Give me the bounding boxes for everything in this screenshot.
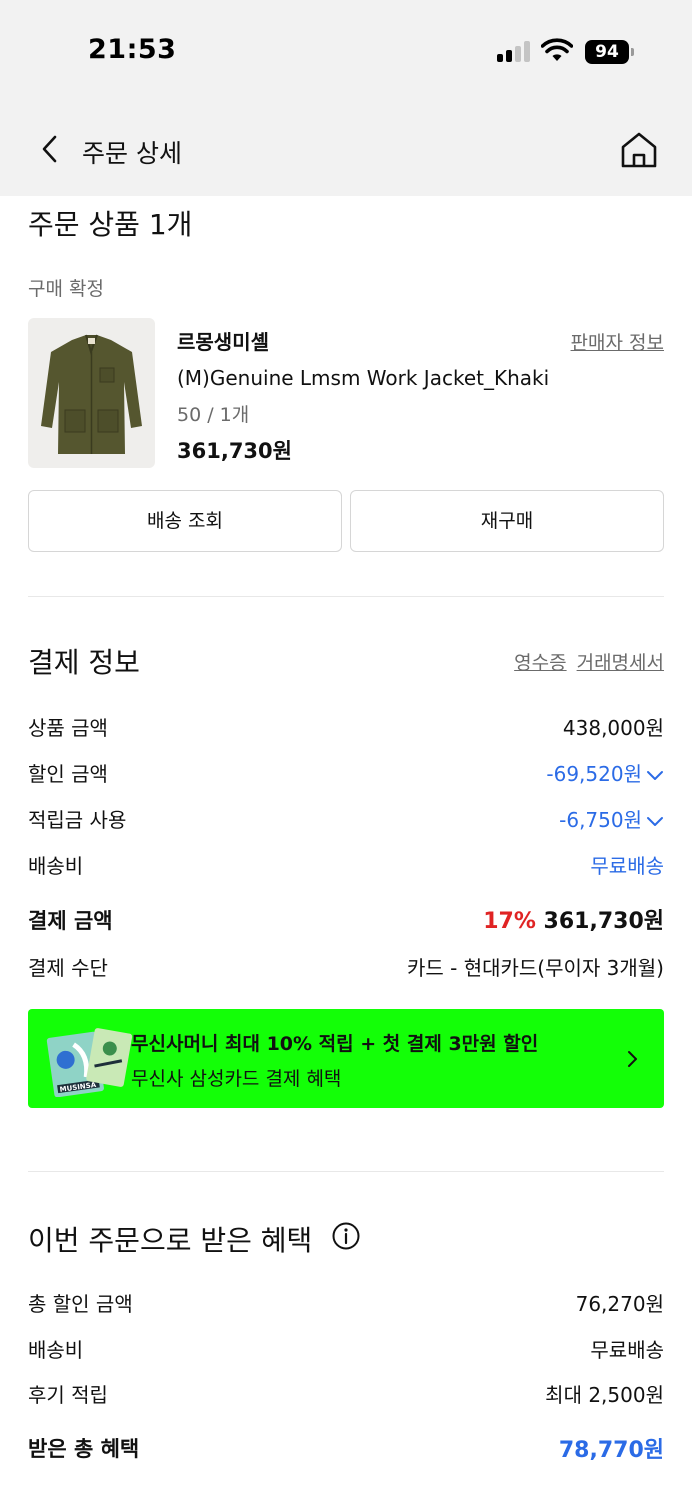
- product-thumbnail[interactable]: [28, 318, 155, 468]
- track-delivery-button[interactable]: 배송 조회: [28, 490, 342, 552]
- statement-link[interactable]: 거래명세서: [577, 652, 664, 674]
- product-amount-label: 상품 금액: [28, 716, 108, 740]
- product-amount-value: 438,000원: [562, 716, 664, 740]
- total-payment-value: 361,730원: [543, 909, 664, 934]
- card-promo-banner[interactable]: MUSINSA 무신사머니 최대 10% 적립 + 첫 결제 3만원 할인 무신…: [28, 1009, 664, 1108]
- chevron-down-icon: [647, 770, 663, 780]
- discount-amount-label: 할인 금액: [28, 762, 108, 786]
- order-section-title: 주문 상품 1개: [28, 208, 193, 241]
- receipt-link[interactable]: 영수증: [514, 652, 566, 674]
- rebuy-button[interactable]: 재구매: [350, 490, 664, 552]
- page-title: 주문 상세: [82, 139, 182, 168]
- document-links: 영수증 거래명세서: [504, 648, 664, 675]
- info-icon[interactable]: [331, 1221, 361, 1251]
- promo-subtitle: 무신사 삼성카드 결제 혜택: [131, 1068, 342, 1090]
- total-discount-value: 76,270원: [575, 1292, 664, 1316]
- discount-rate: 17%: [483, 909, 536, 934]
- divider: [28, 596, 664, 597]
- order-status: 구매 확정: [28, 278, 104, 300]
- battery-icon: 94: [585, 40, 629, 64]
- points-used-label: 적립금 사용: [28, 808, 127, 832]
- discount-amount-toggle[interactable]: -69,520원: [546, 758, 664, 787]
- total-payment: 17% 361,730원: [483, 903, 664, 935]
- product-option: 50 / 1개: [177, 404, 250, 426]
- nav-bar: 주문 상세: [0, 110, 692, 196]
- musinsa-card-image: MUSINSA: [46, 1028, 133, 1097]
- product-price: 361,730원: [177, 439, 292, 463]
- benefit-shipping-label: 배송비: [28, 1338, 84, 1362]
- jacket-image: [41, 334, 142, 454]
- payment-method-value: 카드 - 현대카드(무이자 3개월): [406, 956, 664, 980]
- review-points-label: 후기 적립: [28, 1383, 108, 1407]
- product-brand[interactable]: 르몽생미셸: [177, 326, 269, 355]
- status-time: 21:53: [88, 34, 177, 65]
- seller-info-link[interactable]: 판매자 정보: [571, 328, 664, 355]
- total-discount-label: 총 할인 금액: [28, 1292, 133, 1316]
- shipping-fee-value: 무료배송: [590, 854, 664, 878]
- total-benefit-value: 78,770원: [558, 1438, 664, 1463]
- total-benefit-label: 받은 총 혜택: [28, 1437, 140, 1461]
- chevron-down-icon: [647, 816, 663, 826]
- points-used-value: -6,750원: [559, 808, 642, 832]
- promo-title: 무신사머니 최대 10% 적립 + 첫 결제 3만원 할인: [131, 1033, 539, 1055]
- discount-amount-value: -69,520원: [546, 762, 642, 786]
- wifi-icon: [541, 38, 573, 61]
- review-points-value: 최대 2,500원: [545, 1383, 664, 1407]
- home-icon[interactable]: [617, 128, 661, 172]
- shipping-fee-label: 배송비: [28, 854, 84, 878]
- back-icon[interactable]: [34, 132, 68, 166]
- benefit-shipping-value: 무료배송: [590, 1338, 664, 1362]
- divider: [28, 1171, 664, 1172]
- chevron-right-icon: [628, 1051, 637, 1067]
- product-name[interactable]: (M)Genuine Lmsm Work Jacket_Khaki: [177, 366, 549, 390]
- payment-section-title: 결제 정보: [28, 646, 140, 679]
- total-payment-label: 결제 금액: [28, 909, 113, 933]
- payment-method-label: 결제 수단: [28, 956, 108, 980]
- benefits-section-title: 이번 주문으로 받은 혜택: [28, 1224, 313, 1257]
- points-used-toggle[interactable]: -6,750원: [559, 804, 664, 833]
- battery-nub: [631, 48, 634, 56]
- status-bar: 21:53 94: [0, 0, 692, 110]
- cellular-signal-icon: [497, 40, 531, 62]
